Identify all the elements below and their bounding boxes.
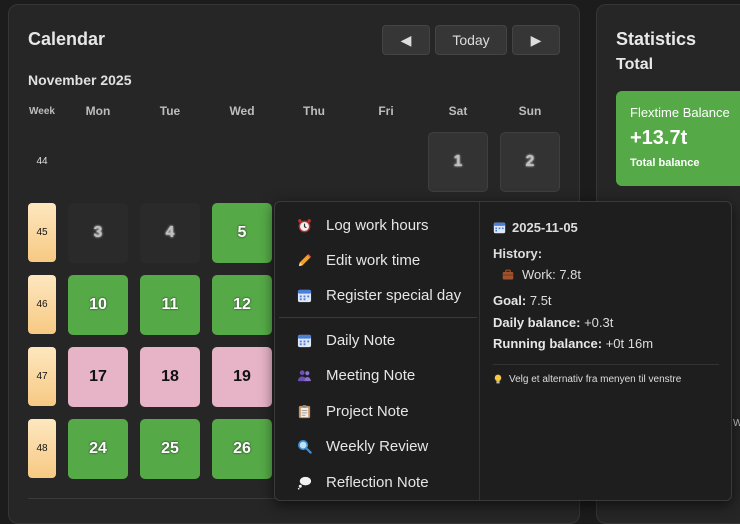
people-icon [296,367,313,384]
details-running-balance: Running balance: +0t 16m [493,336,653,351]
next-month-button[interactable]: ▶ [512,25,560,55]
day-cell[interactable]: 17 [68,347,128,407]
day-header-sun: Sun [518,104,542,118]
daily-balance-label: Daily balance: [493,315,581,330]
day-cell[interactable]: 10 [68,275,128,335]
magnifier-icon [296,438,313,455]
flextime-value: +13.7t [630,127,688,149]
day-cell[interactable]: 19 [212,347,272,407]
menu-actions: Log work hours Edit work time Register s… [275,202,479,500]
week-column-header: Week [29,106,55,117]
details-history-label: History: [493,246,543,261]
statistics-cut-text: W [733,418,740,429]
pencil-icon [296,252,313,269]
details-daily-balance: Daily balance: +0.3t [493,315,613,330]
week-number: 44 [36,156,48,167]
lightbulb-icon [493,374,503,385]
day-header-tue: Tue [159,104,181,118]
day-header-thu: Thu [303,104,325,118]
week-number[interactable]: 45 [28,203,56,262]
statistics-subtitle: Total [616,56,654,73]
menu-item-reflection-note[interactable]: Reflection Note [275,465,479,499]
day-cell[interactable]: 11 [140,275,200,335]
calendar-icon [296,287,313,304]
details-history-entry: Work: 7.8t [502,267,581,282]
details-divider [493,364,719,365]
day-header-fri: Fri [378,104,394,118]
statistics-title: Statistics [616,29,697,49]
menu-item-label: Meeting Note [326,366,416,384]
today-button[interactable]: Today [435,25,507,55]
week-number[interactable]: 48 [28,419,56,478]
menu-item-weekly-review[interactable]: Weekly Review [275,429,479,463]
menu-item-label: Edit work time [326,251,421,269]
menu-separator [279,317,477,318]
goal-label: Goal: [493,293,527,308]
briefcase-icon [502,269,514,281]
day-cell[interactable]: 26 [212,419,272,479]
menu-item-label: Project Note [326,402,409,420]
day-cell[interactable]: 3 [68,203,128,263]
calendar-icon [296,332,313,349]
day-header-sat: Sat [448,104,468,118]
day-cell[interactable]: 25 [140,419,200,479]
menu-item-label: Weekly Review [326,437,429,455]
day-cell-selected[interactable]: 5 [212,203,272,263]
menu-item-edit-work-time[interactable]: Edit work time [275,243,479,277]
day-context-menu: Log work hours Edit work time Register s… [274,201,732,501]
day-details-panel: 2025-11-05 History: Work: 7.8t Goal: 7.5… [479,202,733,500]
week-number[interactable]: 46 [28,275,56,334]
day-cell[interactable]: 24 [68,419,128,479]
goal-value: 7.5t [529,293,552,308]
thought-bubble-icon [296,474,313,491]
details-work-entry: Work: 7.8t [522,267,582,282]
prev-month-button[interactable]: ◀ [382,25,430,55]
details-date: 2025-11-05 [512,220,578,235]
day-cell[interactable]: 2 [500,132,560,192]
details-hint: Velg et alternativ fra menyen til venstr… [493,374,681,385]
day-cell[interactable]: 4 [140,203,200,263]
running-balance-label: Running balance: [493,336,603,351]
day-header-wed: Wed [229,104,255,118]
menu-item-label: Register special day [326,286,462,304]
calendar-icon [493,221,506,234]
menu-item-label: Log work hours [326,216,429,234]
calendar-title: Calendar [28,29,106,49]
alarm-clock-icon [296,217,313,234]
day-cell[interactable]: 12 [212,275,272,335]
flextime-sub: Total balance [630,157,700,169]
menu-item-project-note[interactable]: Project Note [275,394,479,428]
flextime-label: Flextime Balance [630,105,730,120]
menu-item-daily-note[interactable]: Daily Note [275,323,479,357]
clipboard-icon [296,403,313,420]
running-balance-value: +0t 16m [605,336,654,351]
menu-item-label: Daily Note [326,331,396,349]
day-cell[interactable]: 18 [140,347,200,407]
details-goal: Goal: 7.5t [493,293,552,308]
day-header-mon: Mon [85,104,111,118]
menu-item-label: Reflection Note [326,473,429,491]
flextime-balance-card: Flextime Balance +13.7t Total balance [616,91,740,186]
menu-item-register-special-day[interactable]: Register special day [275,278,479,312]
menu-item-log-work-hours[interactable]: Log work hours [275,208,479,242]
week-number[interactable]: 47 [28,347,56,406]
day-cell[interactable]: 1 [428,132,488,192]
menu-item-meeting-note[interactable]: Meeting Note [275,358,479,392]
hint-text: Velg et alternativ fra menyen til venstr… [509,374,682,385]
details-date-row: 2025-11-05 [493,220,578,235]
month-label: November 2025 [28,72,132,88]
daily-balance-value: +0.3t [584,315,614,330]
